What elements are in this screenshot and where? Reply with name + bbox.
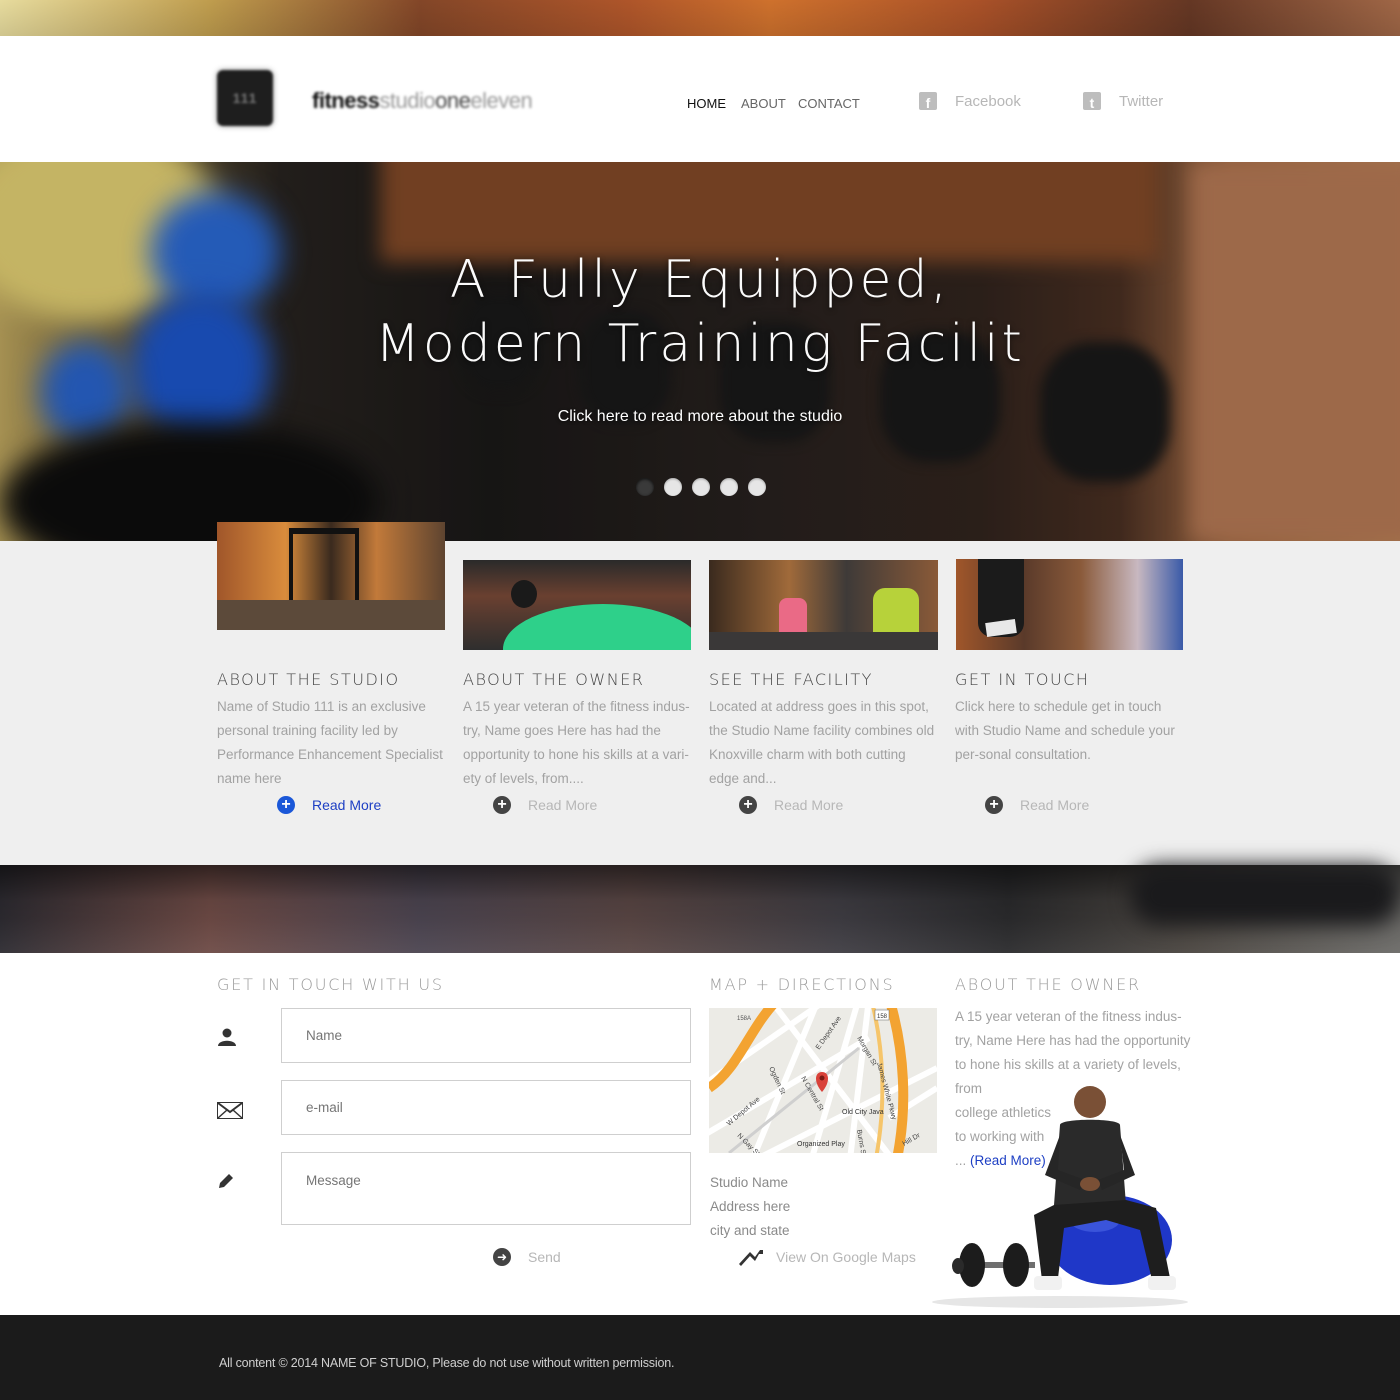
owner-section-title: ABOUT THE OWNER [955,975,1141,994]
plus-circle-icon: + [493,796,511,814]
twitter-link[interactable]: t Twitter [1083,92,1163,110]
map-graphic: 158A E Depot Ave N Central St Morgan St … [709,1008,937,1153]
logo-wordmark[interactable]: fitnessstudiooneeleven [312,88,533,114]
logo-word-studio: studio [379,88,436,113]
map-label-place: Old City Java [842,1109,884,1116]
plus-circle-icon: + [277,796,295,814]
site-footer: All content © 2014 NAME OF STUDIO, Pleas… [0,1315,1400,1400]
feature-text-owner: A 15 year veteran of the fitness indus-t… [463,699,690,786]
owner-text-line: A 15 year veteran of the fitness indus- [955,1009,1182,1024]
floor-shape [217,600,445,630]
address-studio-name: Studio Name [710,1175,789,1190]
send-button[interactable]: ➜ Send [493,1248,561,1266]
nav-contact[interactable]: CONTACT [798,96,860,111]
read-more-studio[interactable]: + Read More [277,796,381,814]
hero-title-line2: Modern Training Facilit [375,314,1025,374]
twitter-label: Twitter [1119,92,1164,110]
map-section-title: MAP + DIRECTIONS [709,975,895,994]
slider-dot[interactable] [692,478,710,496]
map-label-badge: 158A [737,1016,751,1022]
feature-text-studio: Name of Studio 111 is an exclusive perso… [217,699,443,786]
slider-dot[interactable] [664,478,682,496]
read-more-label: Read More [312,797,382,813]
user-icon [218,1028,236,1046]
top-banner-strip [0,0,1400,36]
email-field[interactable] [281,1080,691,1135]
hero-read-more-link[interactable]: Click here to read more about the studio [0,408,1400,426]
read-more-label: Read More [774,797,844,813]
logo-mark-text: 111 [232,90,258,106]
slider-pagination [636,478,766,496]
dumbbell-shape [952,1243,1035,1287]
view-google-maps-link[interactable]: View On Google Maps [738,1248,916,1266]
read-more-contact[interactable]: + Read More [985,796,1089,814]
contact-thumbnail[interactable] [956,559,1183,650]
feature-title-owner: ABOUT THE OWNER [463,670,645,689]
address-city: city and state [710,1223,790,1238]
facility-thumbnail[interactable] [709,560,938,650]
feature-text-contact: Click here to schedule get in touch with… [955,699,1175,762]
logo-word-eleven: eleven [470,88,533,113]
read-more-facility[interactable]: + Read More [739,796,843,814]
decorative-band [0,865,1400,953]
pencil-icon [219,1174,233,1188]
feature-title-contact: GET IN TOUCH [955,670,1090,689]
message-field[interactable] [281,1152,691,1225]
nav-home[interactable]: HOME [687,96,726,111]
read-more-label: Read More [1020,797,1090,813]
slider-dot[interactable] [636,478,654,496]
send-label: Send [528,1249,561,1265]
logo-word-fitness: fitness [312,88,380,113]
read-more-owner[interactable]: + Read More [493,796,597,814]
facebook-label: Facebook [955,92,1021,110]
plus-circle-icon: + [985,796,1003,814]
facebook-link[interactable]: f Facebook [919,92,1021,110]
hero-slider[interactable]: A Fully Equipped, Modern Training Facili… [0,162,1400,541]
logo-mark[interactable]: 111 [217,70,273,126]
address-line: Address here [710,1199,791,1214]
map-label-place: Organized Play [797,1141,845,1148]
floor-shape [709,632,938,650]
footer-copyright: All content © 2014 NAME OF STUDIO, Pleas… [219,1356,675,1370]
owner-text-line: to hone his skills at a variety of level… [955,1057,1181,1072]
logo-word-one: one [435,88,471,113]
facebook-icon: f [919,92,937,110]
read-more-label: Read More [528,797,598,813]
features-section: ABOUT THE STUDIO Name of Studio 111 is a… [0,522,1400,865]
owner-photo [932,1086,1188,1308]
name-field[interactable] [281,1008,691,1063]
hero-title-line1: A Fully Equipped, [449,250,951,310]
directions-arrow-icon [739,1250,763,1266]
highway-badge-label: 158 [877,1014,888,1020]
feature-text-facility: Located at address goes in this spot, th… [709,699,935,786]
view-google-maps-label: View On Google Maps [776,1249,916,1265]
envelope-icon [217,1102,243,1119]
feature-title-studio: ABOUT THE STUDIO [217,670,400,689]
plus-circle-icon: + [739,796,757,814]
band-shadow [1130,865,1400,925]
twitter-icon: t [1083,92,1101,110]
owner-text-line: try, Name Here has had the opportunity [955,1033,1191,1048]
site-header: 111 fitnessstudiooneeleven HOME ABOUT CO… [0,36,1400,162]
map-thumbnail[interactable]: 158A E Depot Ave N Central St Morgan St … [709,1008,937,1153]
slider-dot[interactable] [748,478,766,496]
owner-thumbnail[interactable] [463,560,691,650]
nav-about[interactable]: ABOUT [741,96,786,111]
studio-thumbnail[interactable] [217,522,445,630]
medicine-ball-shape [503,604,691,650]
kettlebell-shape [511,580,537,608]
arrow-right-circle-icon: ➜ [493,1248,511,1266]
slider-dot[interactable] [720,478,738,496]
contact-section-title: GET IN TOUCH WITH US [217,975,444,994]
feature-title-facility: SEE THE FACILITY [709,670,873,689]
